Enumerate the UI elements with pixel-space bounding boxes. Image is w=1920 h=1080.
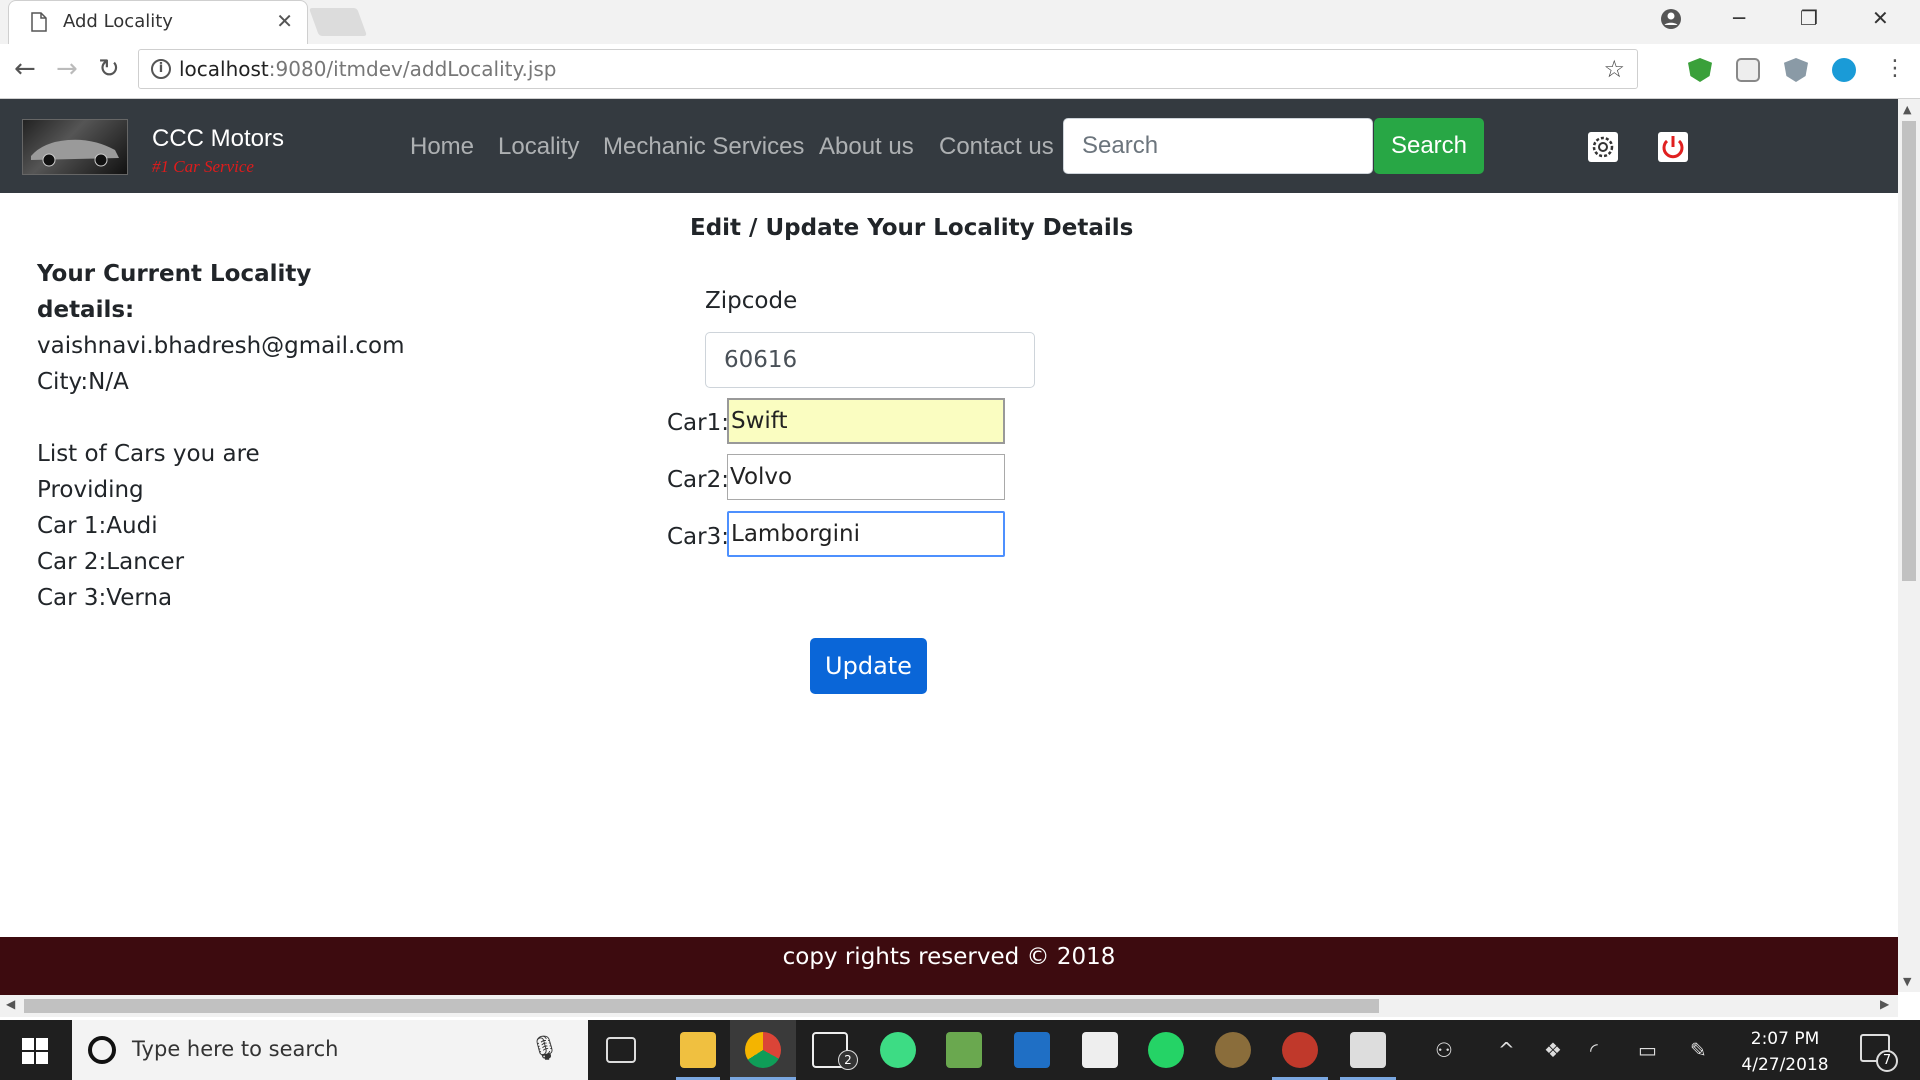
tab-close-icon[interactable]: ✕ [276,9,293,33]
mail-badge: 2 [838,1050,858,1070]
windows-start-icon[interactable] [22,1038,48,1064]
nav-link-home[interactable]: Home [410,133,474,161]
clock-date: 4/27/2018 [1741,1055,1829,1075]
current-locality-heading-2: details: [37,297,135,323]
cars-heading-2: Providing [37,477,144,503]
page-footer: copy rights reserved © 2018 [0,937,1898,995]
vertical-scroll-thumb[interactable] [1902,121,1916,581]
photos-icon[interactable] [1350,1032,1386,1068]
tab-title: Add Locality [63,11,173,32]
nav-link-locality[interactable]: Locality [498,133,579,161]
form-title: Edit / Update Your Locality Details [690,215,1134,241]
skype-icon[interactable] [1832,58,1856,82]
people-icon[interactable]: ⚇ [1435,1038,1453,1062]
browser-tab-strip: Add Locality ✕ ─ ❐ ✕ [0,0,1920,44]
clock-time: 2:07 PM [1750,1029,1820,1049]
horizontal-scroll-thumb[interactable] [24,999,1379,1013]
car1-input[interactable] [727,398,1005,444]
notification-count: 7 [1876,1050,1898,1072]
current-car-1: Car 1:Audi [37,513,158,539]
user-email: vaishnavi.bhadresh@gmail.com [37,333,405,359]
pen-icon[interactable]: ✎ [1690,1038,1707,1062]
current-locality-panel: Your Current Locality details: vaishnavi… [37,256,437,616]
task-view-icon[interactable] [606,1037,636,1063]
current-car-2: Car 2:Lancer [37,549,185,575]
city-value: City:N/A [37,369,129,395]
browser-toolbar: ← → ↻ i localhost:9080/itmdev/addLocalit… [0,44,1920,99]
notepad-icon[interactable] [946,1032,982,1068]
car3-label: Car3: [667,524,729,550]
scroll-up-icon[interactable]: ▲ [1903,103,1911,116]
taskbar-search-placeholder: Type here to search [132,1037,339,1061]
zipcode-label: Zipcode [705,288,798,314]
battery-icon[interactable]: ▭ [1638,1038,1657,1062]
reload-icon[interactable]: ↻ [98,56,120,82]
browser-tab[interactable]: Add Locality ✕ [8,0,308,44]
address-url: localhost:9080/itmdev/addLocality.jsp [179,57,557,81]
chrome-icon[interactable] [745,1032,781,1068]
scroll-down-icon[interactable]: ▼ [1903,975,1911,988]
cars-heading: List of Cars you are [37,441,260,467]
inbox-extension-icon[interactable] [1736,58,1760,82]
brand-logo[interactable] [22,119,128,175]
current-locality-heading: Your Current Locality [37,261,312,287]
back-arrow-icon[interactable]: ← [14,56,36,82]
car2-input[interactable] [727,454,1005,500]
dropbox-icon[interactable]: ❖ [1544,1038,1562,1062]
update-button[interactable]: Update [810,638,927,694]
app-gear-icon[interactable] [1215,1032,1251,1068]
car3-input[interactable] [727,511,1005,557]
tray-chevron-up-icon[interactable]: ^ [1498,1038,1515,1062]
car2-label: Car2: [667,467,729,493]
scroll-left-icon[interactable]: ◀ [6,997,15,1011]
brand-name[interactable]: CCC Motors [152,125,284,153]
microphone-icon[interactable]: 🎙 [530,1034,560,1062]
paint-icon[interactable] [1282,1032,1318,1068]
wifi-icon[interactable]: ◜ [1590,1038,1598,1062]
shield-extension-icon[interactable] [1688,58,1712,82]
cortana-icon[interactable] [88,1036,116,1064]
document-icon[interactable] [1082,1032,1118,1068]
search-input[interactable] [1063,118,1373,174]
whatsapp-icon[interactable] [1148,1032,1184,1068]
brand-tagline: #1 Car Service [152,157,254,176]
horizontal-scrollbar[interactable]: ◀ ▶ [0,995,1898,1017]
nav-link-mechanic-services[interactable]: Mechanic Services [603,133,804,161]
minimize-button[interactable]: ─ [1733,6,1745,30]
nav-link-contact-us[interactable]: Contact us [939,133,1054,161]
new-tab-button[interactable] [308,8,368,36]
restore-button[interactable]: ❐ [1800,6,1818,30]
bookmark-star-icon[interactable]: ☆ [1603,55,1625,83]
car1-label: Car1: [667,410,729,436]
privacy-extension-icon[interactable] [1784,58,1808,82]
windows-taskbar: Type here to search 🎙 2 ⚇ ^ ❖ ◜ ▭ ✎ 2:07… [0,1020,1920,1080]
info-icon[interactable]: i [151,59,171,79]
nav-link-about-us[interactable]: About us [819,133,914,161]
search-button[interactable]: Search [1374,118,1484,174]
settings-gear-icon[interactable] [1587,131,1619,163]
page-icon [31,12,47,32]
vertical-scrollbar[interactable]: ▲ ▼ [1898,99,1920,992]
power-logout-icon[interactable] [1657,131,1689,163]
android-studio-icon[interactable] [880,1032,916,1068]
car-logo-icon [31,139,119,167]
menu-dots-icon[interactable]: ⋮ [1884,58,1906,80]
system-clock[interactable]: 2:07 PM 4/27/2018 [1735,1026,1835,1078]
account-icon[interactable] [1660,8,1682,30]
close-window-button[interactable]: ✕ [1872,6,1889,30]
forward-arrow-icon[interactable]: → [56,56,78,82]
file-explorer-icon[interactable] [680,1032,716,1068]
powershell-icon[interactable] [1014,1032,1050,1068]
zipcode-input[interactable] [705,332,1035,388]
taskbar-search-box[interactable]: Type here to search 🎙 [72,1020,588,1080]
current-car-3: Car 3:Verna [37,585,173,611]
scroll-right-icon[interactable]: ▶ [1880,997,1889,1011]
address-bar[interactable]: i localhost:9080/itmdev/addLocality.jsp … [138,49,1638,89]
